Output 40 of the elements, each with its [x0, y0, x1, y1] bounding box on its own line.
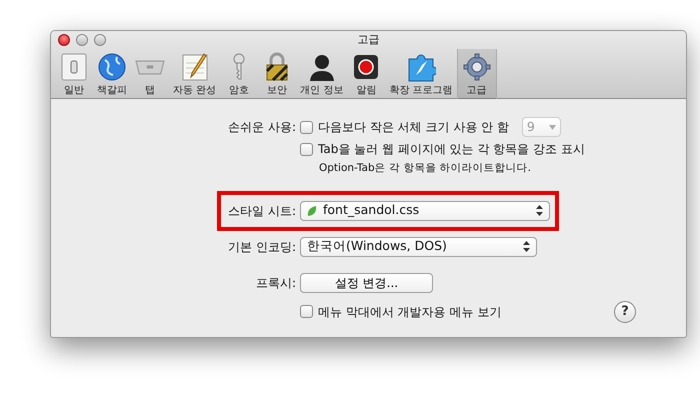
- help-button[interactable]: ?: [614, 300, 636, 323]
- field-label: 손쉬운 사용:: [227, 119, 296, 136]
- toolbar-tab[interactable]: 확장 프로그램: [385, 49, 457, 99]
- stepper-arrows-icon: [523, 241, 530, 252]
- change-settings-button[interactable]: 설정 변경...: [300, 272, 433, 293]
- toolbar-tab[interactable]: 알림: [347, 49, 386, 99]
- toolbar-tab[interactable]: 보안: [258, 49, 296, 99]
- minimize-icon[interactable]: [76, 34, 88, 46]
- leaf-file-icon: [307, 204, 317, 217]
- checkbox[interactable]: [300, 142, 313, 156]
- toolbar-tab[interactable]: 고급: [456, 49, 497, 99]
- switch-icon: [59, 51, 89, 83]
- checkbox[interactable]: [300, 305, 313, 318]
- field-label: 스타일 시트:: [227, 202, 296, 220]
- style-sheet-dropdown[interactable]: font_sandol.css: [300, 200, 550, 221]
- tab-icon: [135, 60, 165, 75]
- checkbox-label: 메뉴 막대에서 개발자용 메뉴 보기: [318, 304, 502, 321]
- stepper-arrows-icon: [536, 205, 543, 216]
- toolbar-tab[interactable]: 자동 완성: [169, 49, 220, 99]
- toolbar-tab[interactable]: 암호: [220, 49, 258, 99]
- close-icon[interactable]: [58, 34, 70, 46]
- encoding-dropdown[interactable]: 한국어(Windows, DOS): [300, 236, 537, 257]
- field-label: 프록시:: [254, 274, 296, 292]
- globe-icon: [97, 51, 127, 83]
- field-label: 기본 인코딩:: [227, 238, 296, 256]
- window-title: 고급: [358, 33, 380, 46]
- notepad-icon: [180, 51, 210, 83]
- checkbox-label: Tab을 눌러 웹 페이지에 있는 각 항목을 강조 표시: [318, 141, 585, 158]
- toolbar-tab[interactable]: 책갈피: [93, 49, 131, 99]
- gear-icon: [462, 51, 492, 83]
- zoom-icon[interactable]: [94, 34, 106, 46]
- dropdown-value: font_sandol.css: [323, 201, 420, 220]
- hint-text: Option-Tab은 각 항목을 하이라이트합니다.: [318, 161, 532, 176]
- toolbar-tab[interactable]: 탭: [131, 49, 169, 99]
- checkbox[interactable]: [300, 120, 313, 134]
- toolbar-tab[interactable]: 일반: [55, 49, 93, 99]
- checkbox-label: 다음보다 작은 서체 크기 사용 안 함: [318, 119, 509, 136]
- dropdown-value: 한국어(Windows, DOS): [307, 237, 448, 256]
- caret-icon: [548, 124, 556, 130]
- toolbar-tab[interactable]: 개인 정보: [296, 49, 348, 99]
